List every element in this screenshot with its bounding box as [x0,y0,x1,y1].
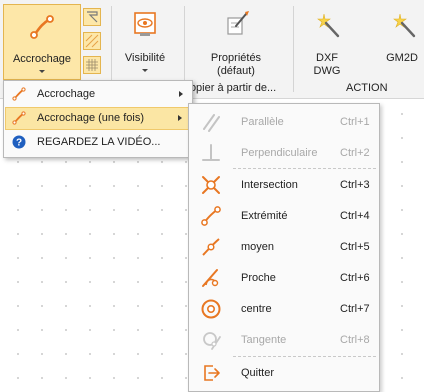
properties-icon [227,11,249,35]
menu-separator [233,168,376,169]
menu-item-label: Tangente [241,334,287,346]
visibility-icon [134,12,156,36]
proprietes-button[interactable]: Propriétés (défaut) [186,4,286,80]
menu-item-shortcut: Ctrl+7 [340,303,370,315]
menu-item-label: Parallèle [241,116,284,128]
svg-text:?: ? [16,138,22,149]
menu-item-label: Intersection [241,179,298,191]
menu-item-label: Accrochage (une fois) [37,112,144,124]
visibilite-label: Visibilité [124,52,166,64]
menu-item-shortcut: Ctrl+3 [340,179,370,191]
menu-item-shortcut: Ctrl+8 [340,334,370,346]
menu-item-label: centre [241,303,272,315]
menu-item-accrochage[interactable]: Accrochage [5,83,191,106]
exit-icon [204,365,220,381]
menu-item-extremite[interactable]: Extrémité Ctrl+4 [190,201,378,231]
snap-icon [12,87,26,101]
snap-once-icon [12,111,26,125]
accrochage-label: Accrochage [12,53,72,65]
menu-item-centre[interactable]: centre Ctrl+7 [190,294,378,324]
menu-item-accrochage-une-fois[interactable]: Accrochage (une fois) [5,107,191,130]
parallel-icon [203,114,220,132]
menu-item-video[interactable]: ? REGARDEZ LA VIDÉO... [5,131,191,154]
grid-icon [86,59,98,71]
menu-item-label: Quitter [241,367,275,379]
menu-item-proche[interactable]: Proche Ctrl+6 [190,263,378,293]
menu-item-shortcut: Ctrl+4 [340,210,370,222]
menu-item-parallele[interactable]: Parallèle Ctrl+1 [190,107,378,137]
gm2d-label: GM2D [386,52,418,64]
submenu-arrow-icon [179,91,183,97]
magic-wand-icon [317,13,340,38]
gm2d-button[interactable]: GM2D [380,4,424,80]
accrochage-button[interactable]: Accrochage [3,4,81,80]
perpendicular-icon [202,144,220,161]
menu-item-label: Accrochage [37,88,96,100]
center-icon [201,299,221,319]
magic-wand-icon [393,13,416,38]
nearest-icon [202,269,219,287]
menu-item-label: Proche [241,272,276,284]
menu-item-shortcut: Ctrl+1 [340,116,370,128]
dxf-dwg-button[interactable]: DXF DWG [303,4,351,80]
midpoint-icon [202,238,220,256]
menu-item-quitter[interactable]: Quitter [190,358,378,388]
copier-group-label: Copier à partir de... [182,82,277,94]
menu-item-shortcut: Ctrl+6 [340,272,370,284]
menu-item-label: moyen [241,241,275,253]
endpoint-icon [201,206,221,226]
accrochage-dropdown: Accrochage Accrochage (une fois) ? REGAR… [3,80,193,158]
menu-item-shortcut: Ctrl+5 [340,241,370,253]
visibilite-button[interactable]: Visibilité [116,4,174,80]
tangent-icon [203,332,221,350]
dxf-label: DXF [316,52,338,64]
menu-separator [233,356,376,357]
menu-item-intersection[interactable]: Intersection Ctrl+3 [190,170,378,200]
ribbon-separator [293,6,294,92]
chevron-down-icon [39,70,45,73]
menu-item-perpendiculaire[interactable]: Perpendiculaire Ctrl+2 [190,138,378,168]
snap-mode-3-button[interactable] [83,56,101,74]
menu-item-tangente[interactable]: Tangente Ctrl+8 [190,325,378,355]
menu-item-label: REGARDEZ LA VIDÉO... [37,136,161,148]
menu-item-moyen[interactable]: moyen Ctrl+5 [190,232,378,262]
proprietes-default-label: (défaut) [217,65,255,77]
menu-item-label: Extrémité [241,210,288,222]
chevron-down-icon [142,69,148,72]
menu-item-label: Perpendiculaire [241,147,318,159]
dwg-label: DWG [313,65,341,77]
diagonal-grid-icon [85,34,99,48]
grid-corner-icon [87,11,98,23]
submenu-arrow-icon [178,115,182,121]
snap-options-submenu: Parallèle Ctrl+1 Perpendiculaire Ctrl+2 … [188,103,380,392]
action-group-label: ACTION [346,82,388,94]
snap-icon [30,15,54,39]
menu-item-shortcut: Ctrl+2 [340,147,370,159]
proprietes-label: Propriétés [210,52,262,64]
intersection-icon [202,176,220,194]
snap-mode-2-button[interactable] [83,32,101,50]
snap-mode-1-button[interactable] [83,8,101,26]
help-icon: ? [12,135,26,149]
